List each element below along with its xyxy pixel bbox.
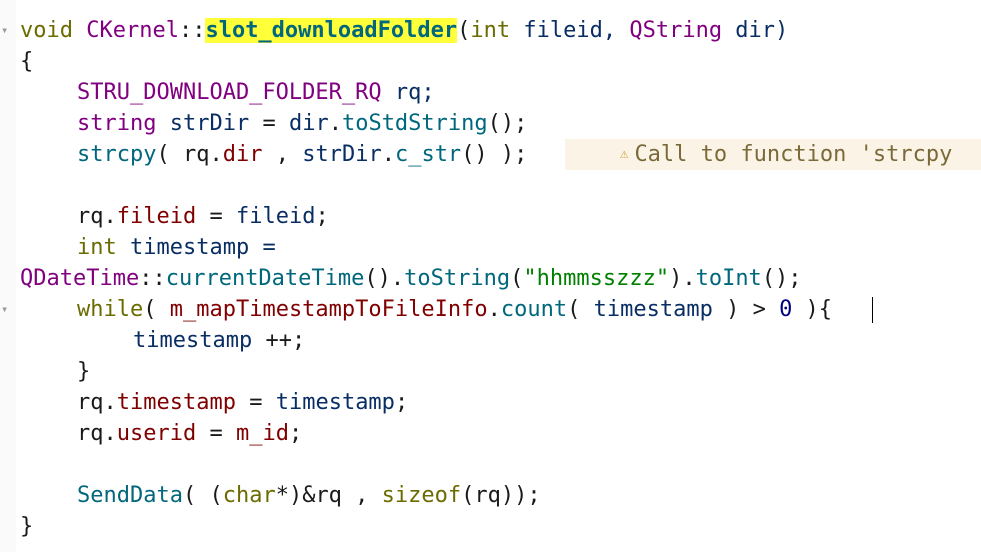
token-brace: } xyxy=(77,359,91,384)
token-function-highlighted: slot_downloadFolder xyxy=(205,18,458,43)
token-type: STRU_DOWNLOAD_FOLDER_RQ xyxy=(77,80,382,105)
code-line-14[interactable]: rq.userid = m_id; xyxy=(77,418,302,449)
token-punct: (); xyxy=(487,111,528,136)
token-type: string xyxy=(77,111,157,136)
warning-icon: ⚠ xyxy=(620,146,629,162)
token-op: = xyxy=(235,390,276,415)
token-brace: } xyxy=(20,514,34,539)
token-function: SendData xyxy=(77,483,183,508)
token-punct: (). xyxy=(364,266,405,291)
fold-toggle-icon[interactable]: ▾ xyxy=(1,303,8,315)
code-line-4[interactable]: string strDir = dir.toStdString(); xyxy=(77,108,527,139)
token-punct: ; xyxy=(394,390,409,415)
token-punct: () ); xyxy=(461,142,528,167)
token-function: strcpy xyxy=(77,142,157,167)
token-op: = xyxy=(249,111,289,136)
token-punct: (rq)); xyxy=(461,483,541,508)
token-variable: strDir xyxy=(302,142,382,167)
code-line-13[interactable]: rq.timestamp = timestamp; xyxy=(77,387,408,418)
token-member: m_mapTimestampToFileInfo xyxy=(169,297,488,322)
token-punct: ( xyxy=(457,18,471,43)
token-member: fileid xyxy=(116,204,197,229)
code-line-3[interactable]: STRU_DOWNLOAD_FOLDER_RQ rq; xyxy=(77,77,435,108)
code-line-1[interactable]: void CKernel::slot_downloadFolder(int fi… xyxy=(20,15,788,46)
token-punct: , xyxy=(262,142,303,167)
token-class: CKernel xyxy=(86,18,179,43)
token-punct: ; xyxy=(288,421,303,446)
editor-gutter xyxy=(0,0,16,552)
token-keyword: char xyxy=(222,483,276,508)
code-line-17[interactable]: } xyxy=(20,511,33,542)
token-op: = xyxy=(196,204,236,229)
token-punct: . xyxy=(381,142,395,167)
token-punct: (); xyxy=(761,266,802,291)
token-punct: ( ( xyxy=(182,483,223,508)
token-brace: { xyxy=(20,49,34,74)
token-punct: ( rq. xyxy=(156,142,223,167)
token-punct: ( xyxy=(510,266,524,291)
token-variable: rq. xyxy=(77,390,117,415)
token-function: toString xyxy=(404,266,511,291)
token-op: ) > xyxy=(712,297,780,322)
token-punct: ){ xyxy=(792,297,833,322)
token-variable: fileid xyxy=(235,204,316,229)
text-cursor xyxy=(872,297,873,323)
code-line-2[interactable]: { xyxy=(20,46,33,77)
token-op: = xyxy=(196,421,236,446)
token-variable: timestamp xyxy=(275,390,395,415)
code-line-8[interactable]: int timestamp = xyxy=(77,232,276,263)
token-variable: timestamp = xyxy=(116,235,276,260)
warning-text: Call to function 'strcpy xyxy=(634,142,953,167)
token-keyword: sizeof xyxy=(381,483,462,508)
code-line-7[interactable]: rq.fileid = fileid; xyxy=(77,201,329,232)
token-function: toInt xyxy=(695,266,762,291)
token-keyword: int xyxy=(77,235,117,260)
token-function: count xyxy=(500,297,568,322)
token-function: currentDateTime xyxy=(165,266,365,291)
token-variable: rq; xyxy=(381,80,435,105)
token-punct: ). xyxy=(669,266,696,291)
token-punct: . xyxy=(328,111,342,136)
token-variable: timestamp xyxy=(593,297,713,322)
token-punct: :: xyxy=(178,18,206,43)
code-line-9[interactable]: QDateTime::currentDateTime().toString("h… xyxy=(20,263,802,294)
token-keyword: void xyxy=(20,18,73,43)
fold-toggle-icon[interactable]: ▾ xyxy=(1,24,8,36)
inline-warning[interactable]: ⚠ Call to function 'strcpy xyxy=(620,139,952,170)
token-variable: rq. xyxy=(77,204,117,229)
token-variable: rq. xyxy=(77,421,117,446)
token-class: QString xyxy=(629,18,723,43)
token-punct: ( xyxy=(567,297,594,322)
token-function: toStdString xyxy=(341,111,488,136)
code-line-16[interactable]: SendData( (char*)&rq , sizeof(rq)); xyxy=(77,480,541,511)
token-variable: dir xyxy=(288,111,329,136)
token-function: c_str xyxy=(394,142,462,167)
code-editor[interactable]: ▾ ▾ void CKernel::slot_downloadFolder(in… xyxy=(0,0,981,552)
token-member: timestamp xyxy=(116,390,236,415)
token-member: dir xyxy=(222,142,263,167)
token-member: m_id xyxy=(235,421,289,446)
code-line-5[interactable]: strcpy( rq.dir , strDir.c_str() ); xyxy=(77,139,527,170)
token-number: 0 xyxy=(779,297,793,322)
code-line-12[interactable]: } xyxy=(77,356,90,387)
token-punct: . xyxy=(487,297,501,322)
token-keyword: while xyxy=(77,297,144,322)
token-punct: ( xyxy=(143,297,170,322)
token-param: dir) xyxy=(722,18,789,43)
code-line-10[interactable]: while( m_mapTimestampToFileInfo.count( t… xyxy=(77,294,832,325)
token-punct: *)&rq , xyxy=(275,483,382,508)
token-variable: strDir xyxy=(156,111,250,136)
token-string: "hhmmsszzz" xyxy=(523,266,670,291)
token-punct: :: xyxy=(139,266,166,291)
token-class: QDateTime xyxy=(20,266,140,291)
token-variable: timestamp xyxy=(133,328,253,353)
token-punct: ; xyxy=(315,204,329,229)
token-param: fileid, xyxy=(510,18,630,43)
token-op: ++; xyxy=(252,328,306,353)
code-line-11[interactable]: timestamp ++; xyxy=(133,325,305,356)
token-member: userid xyxy=(116,421,197,446)
token-keyword: int xyxy=(470,18,511,43)
